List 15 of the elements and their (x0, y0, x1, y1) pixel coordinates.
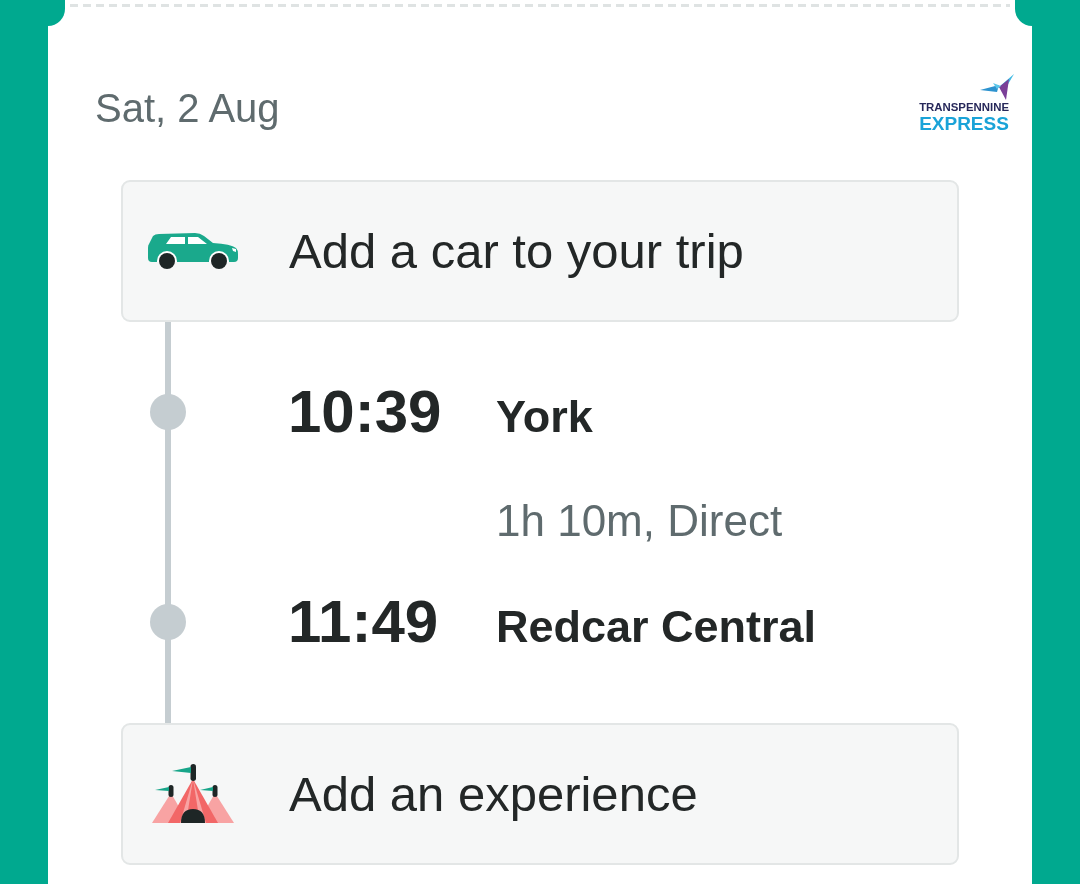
add-car-button[interactable]: Add a car to your trip (121, 180, 959, 322)
ticket-notch (48, 0, 65, 26)
stop-time: 11:49 (288, 592, 440, 652)
star-icon (979, 73, 1015, 101)
add-experience-button[interactable]: Add an experience (121, 723, 959, 865)
car-icon (147, 232, 239, 270)
logo-text: TRANSPENNINE (919, 101, 1009, 114)
stop-time: 10:39 (288, 382, 443, 442)
station-name: Redcar Central (496, 602, 817, 652)
travel-date: Sat, 2 Aug (95, 85, 280, 131)
station-name: York (496, 392, 593, 442)
ticket-notch (1015, 0, 1032, 26)
journey-duration: 1h 10m, Direct (496, 496, 783, 546)
circus-tent-icon (151, 763, 235, 825)
logo-text: EXPRESS (919, 114, 1009, 133)
